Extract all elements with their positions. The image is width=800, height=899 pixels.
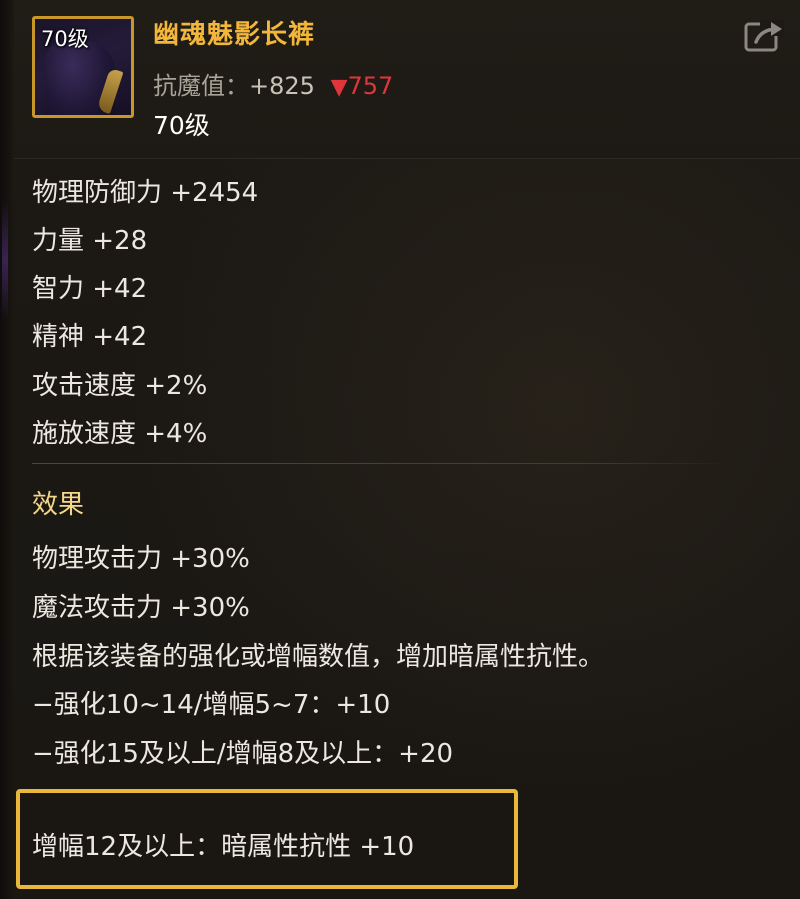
- effect-line: 根据该装备的强化或增幅数值，增加暗属性抗性。: [32, 642, 605, 672]
- compare-value: 757: [347, 72, 394, 100]
- compare-decrease: ▼757: [331, 72, 394, 100]
- effect-line: 物理攻击力 +30%: [32, 544, 250, 574]
- section-divider: [32, 463, 732, 464]
- left-edge-accent: [2, 200, 8, 320]
- item-icon: 70级: [32, 16, 134, 118]
- item-level: 70级: [153, 111, 210, 140]
- stat-spirit: 精神 +42: [32, 322, 148, 352]
- effect-line: −强化10~14/增幅5~7：+10: [32, 690, 391, 720]
- effect-line: 魔法攻击力 +30%: [32, 593, 250, 623]
- stat-intelligence: 智力 +42: [32, 274, 148, 304]
- down-arrow-icon: ▼: [330, 75, 348, 100]
- magic-resist-value: +825: [249, 72, 315, 100]
- share-export-icon[interactable]: [744, 18, 786, 52]
- effect-line: −强化15及以上/增幅8及以上：+20: [32, 739, 454, 769]
- magic-resist-label: 抗魔值：: [153, 72, 249, 100]
- left-edge-strip: [0, 0, 14, 899]
- stat-cast-speed: 施放速度 +4%: [32, 419, 208, 449]
- item-name: 幽魂魅影长裤: [153, 20, 316, 50]
- icon-level-badge: 70级: [41, 27, 89, 51]
- stat-strength: 力量 +28: [32, 226, 148, 256]
- stat-attack-speed: 攻击速度 +2%: [32, 371, 208, 401]
- stat-physical-defense: 物理防御力 +2454: [32, 178, 259, 208]
- highlighted-effect: 增幅12及以上：暗属性抗性 +10: [32, 832, 415, 862]
- item-tooltip: 70级 幽魂魅影长裤 抗魔值：+825 ▼757 70级 物理防御力 +2454…: [0, 0, 800, 899]
- magic-resist-row: 抗魔值：+825 ▼757: [153, 66, 393, 101]
- effects-title: 效果: [32, 490, 85, 520]
